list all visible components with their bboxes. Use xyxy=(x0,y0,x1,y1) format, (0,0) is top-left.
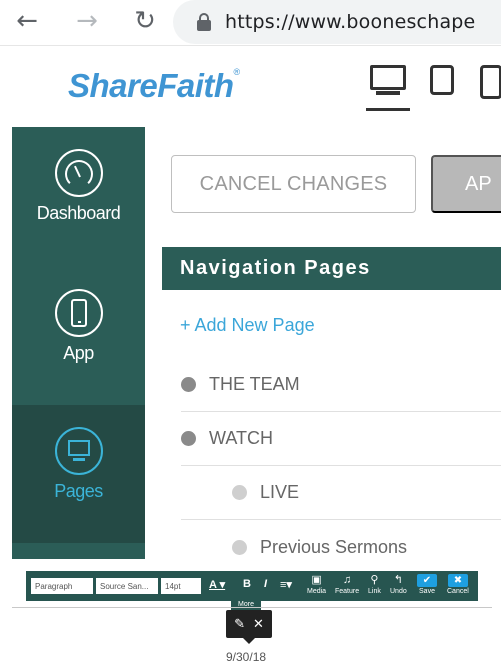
add-new-page-link[interactable]: + Add New Page xyxy=(180,315,315,336)
cancel-button[interactable]: ✖ Cancel xyxy=(447,574,469,596)
text-color-icon[interactable]: A ▾ xyxy=(209,578,225,591)
link-icon: ⚲ xyxy=(370,574,379,586)
editor-toolbar: Paragraph Source San... 14pt A ▾ B I ≡▾ … xyxy=(26,571,478,601)
lock-icon xyxy=(197,13,211,31)
more-tooltip: More xyxy=(231,598,261,610)
sidebar: Dashboard App Pages xyxy=(12,127,145,559)
page-label: THE TEAM xyxy=(209,374,300,394)
sidebar-item-label: Pages xyxy=(54,481,103,501)
desktop-icon[interactable] xyxy=(366,65,410,115)
drag-handle-icon[interactable] xyxy=(232,539,247,555)
undo-button[interactable]: ↰ Undo xyxy=(390,574,407,596)
font-size-select[interactable]: 14pt xyxy=(161,578,201,594)
page-label: WATCH xyxy=(209,428,273,448)
sidebar-item-label: App xyxy=(63,343,94,363)
undo-icon: ↰ xyxy=(393,574,403,586)
screen: ← → ↻ https://www.booneschape ShareFaith… xyxy=(0,0,501,671)
navigation-pages-header: Navigation Pages xyxy=(162,247,501,290)
sidebar-item-pages[interactable]: Pages xyxy=(12,405,145,543)
apply-button[interactable]: AP xyxy=(431,155,501,213)
tablet-icon[interactable] xyxy=(430,65,454,95)
sidebar-item-label: Dashboard xyxy=(36,203,121,223)
url-text: https://www.booneschape xyxy=(225,11,476,33)
media-icon: ▣ xyxy=(311,574,322,586)
pencil-icon[interactable]: ✎ xyxy=(234,616,245,632)
drag-handle-icon[interactable] xyxy=(181,377,196,392)
page-item[interactable]: Previous Sermons xyxy=(181,520,501,574)
cancel-changes-button[interactable]: CANCEL CHANGES xyxy=(171,155,416,213)
phone-icon[interactable] xyxy=(480,65,501,99)
close-icon: ✖ xyxy=(447,574,468,587)
address-bar[interactable]: https://www.booneschape xyxy=(173,0,501,44)
italic-icon[interactable]: I xyxy=(264,578,267,590)
align-icon[interactable]: ≡▾ xyxy=(280,578,292,591)
app-header: ShareFaith® xyxy=(0,47,501,127)
gauge-icon xyxy=(54,149,103,197)
page-item[interactable]: WATCH xyxy=(181,412,501,466)
divider xyxy=(12,607,492,608)
monitor-icon xyxy=(54,427,103,475)
page-label: LIVE xyxy=(260,482,300,502)
arrow-right-icon[interactable]: → xyxy=(72,6,102,36)
close-icon[interactable]: ✕ xyxy=(253,616,264,632)
save-button[interactable]: ✔ Save xyxy=(417,574,437,596)
logo-registered-mark: ® xyxy=(233,67,241,77)
bold-icon[interactable]: B xyxy=(243,578,251,590)
active-device-indicator xyxy=(366,108,410,111)
link-button[interactable]: ⚲ Link xyxy=(368,574,381,596)
logo: ShareFaith® xyxy=(68,67,241,104)
feature-icon: ♫ xyxy=(342,574,352,586)
reload-icon[interactable]: ↻ xyxy=(130,6,160,36)
check-icon: ✔ xyxy=(417,574,437,587)
sidebar-item-app[interactable]: App xyxy=(12,289,145,364)
feature-button[interactable]: ♫ Feature xyxy=(335,574,359,596)
post-date: 9/30/18 xyxy=(226,650,267,664)
media-button[interactable]: ▣ Media xyxy=(307,574,326,596)
drag-handle-icon[interactable] xyxy=(181,431,196,446)
drag-handle-icon[interactable] xyxy=(232,485,247,500)
format-select[interactable]: Paragraph xyxy=(31,578,93,594)
sidebar-item-dashboard[interactable]: Dashboard xyxy=(12,149,145,224)
page-item[interactable]: THE TEAM xyxy=(181,358,501,412)
arrow-left-icon[interactable]: ← xyxy=(12,6,42,36)
page-label: Previous Sermons xyxy=(260,536,408,557)
edit-popover: ✎ ✕ xyxy=(226,610,272,644)
font-select[interactable]: Source San... xyxy=(96,578,158,594)
browser-bar: ← → ↻ https://www.booneschape xyxy=(0,0,501,46)
phone-icon xyxy=(54,289,103,337)
page-item[interactable]: LIVE xyxy=(181,466,501,520)
